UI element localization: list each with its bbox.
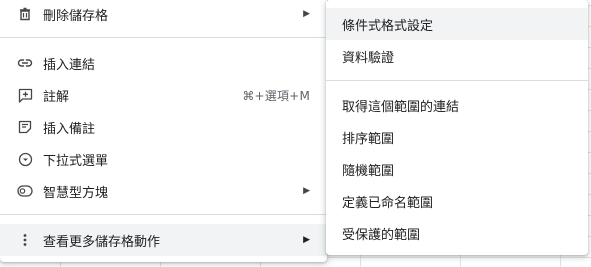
data-validation-menu-item[interactable]: 資料驗證 [326, 40, 588, 72]
define-named-range-menu-item[interactable]: 定義已命名範圍 [326, 185, 588, 217]
submenu-arrow-icon: ▶ [303, 186, 310, 196]
more-cell-actions-label: 查看更多儲存格動作 [43, 234, 161, 250]
get-range-link-label: 取得這個範圍的連結 [342, 99, 460, 115]
menu-divider [0, 37, 327, 38]
trash-icon [17, 6, 33, 22]
insert-note-label: 插入備註 [43, 121, 96, 137]
smart-chip-icon [17, 183, 33, 199]
protected-range-menu-item[interactable]: 受保護的範圍 [326, 217, 588, 249]
comment-add-icon [17, 87, 33, 103]
cell-context-menu: 刪除儲存格 ▶ 插入連結 註解 ⌘+選項+M 插入備註 下拉式選單 智慧型方塊 … [0, 0, 327, 262]
conditional-formatting-menu-item[interactable]: 條件式格式設定 [326, 8, 588, 40]
submenu-arrow-icon: ▶ [303, 235, 310, 245]
insert-note-menu-item[interactable]: 插入備註 [0, 111, 327, 143]
comment-shortcut: ⌘+選項+M [242, 88, 310, 103]
menu-divider [326, 80, 588, 81]
more-cell-actions-submenu: 條件式格式設定 資料驗證 取得這個範圍的連結 排序範圍 隨機範圍 定義已命名範圍… [326, 0, 588, 255]
insert-link-label: 插入連結 [43, 57, 96, 73]
dropdown-label: 下拉式選單 [43, 153, 109, 169]
get-range-link-menu-item[interactable]: 取得這個範圍的連結 [326, 89, 588, 121]
more-cell-actions-menu-item[interactable]: 查看更多儲存格動作 ▶ [0, 224, 327, 256]
note-icon [17, 119, 33, 135]
comment-label: 註解 [43, 89, 70, 105]
data-validation-label: 資料驗證 [342, 50, 395, 66]
protected-range-label: 受保護的範圍 [342, 227, 421, 243]
delete-cells-label: 刪除儲存格 [43, 8, 109, 24]
dropdown-menu-item[interactable]: 下拉式選單 [0, 143, 327, 175]
link-icon [17, 55, 33, 71]
define-named-range-label: 定義已命名範圍 [342, 195, 434, 211]
conditional-formatting-label: 條件式格式設定 [342, 18, 434, 34]
comment-menu-item[interactable]: 註解 ⌘+選項+M [0, 79, 327, 111]
smart-chips-label: 智慧型方塊 [43, 185, 109, 201]
menu-divider [0, 214, 327, 215]
more-vert-icon [17, 232, 33, 248]
dropdown-circle-icon [17, 151, 33, 167]
randomize-range-menu-item[interactable]: 隨機範圍 [326, 153, 588, 185]
delete-cells-menu-item[interactable]: 刪除儲存格 ▶ [0, 0, 327, 30]
sort-range-menu-item[interactable]: 排序範圍 [326, 121, 588, 153]
randomize-range-label: 隨機範圍 [342, 163, 395, 179]
sort-range-label: 排序範圍 [342, 131, 395, 147]
submenu-arrow-icon: ▶ [303, 9, 310, 19]
insert-link-menu-item[interactable]: 插入連結 [0, 47, 327, 79]
smart-chips-menu-item[interactable]: 智慧型方塊 ▶ [0, 175, 327, 207]
